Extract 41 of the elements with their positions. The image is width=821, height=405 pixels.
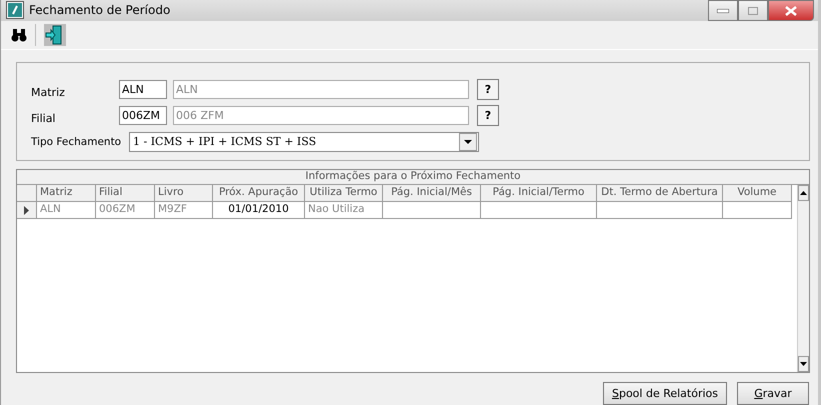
lookup-button[interactable]: ? (477, 105, 499, 126)
exit-door-icon[interactable] (44, 24, 66, 46)
minimize-button[interactable] (708, 0, 738, 21)
save-button[interactable]: Gravar (737, 382, 809, 405)
close-icon (785, 6, 797, 16)
table-cell (723, 202, 792, 220)
scroll-up-icon[interactable] (798, 185, 809, 202)
binoculars-icon[interactable] (11, 28, 27, 42)
column-header: Dt. Termo de Abertura (597, 185, 723, 202)
table-cell: 01/01/2010 (213, 202, 305, 220)
column-header: Próx. Apuração (213, 185, 305, 202)
input-field[interactable]: ALN (119, 80, 167, 100)
input-field[interactable]: 006 ZFM (173, 106, 469, 126)
scrollbar[interactable] (797, 185, 809, 372)
maximize-button[interactable] (738, 0, 768, 21)
column-header: Pág. Inicial/Mês (383, 185, 481, 202)
report-spool-button[interactable]: Spool de Relatórios (603, 382, 727, 405)
minimize-icon (717, 8, 729, 12)
field-label: Filial (31, 111, 56, 126)
lookup-button[interactable]: ? (477, 79, 499, 100)
input-field[interactable]: 006ZM (119, 106, 167, 126)
input-field[interactable]: ALN (173, 80, 469, 100)
maximize-icon (748, 6, 758, 14)
table-cell: Nao Utiliza (305, 202, 383, 220)
column-header: Matriz (37, 185, 96, 202)
dropdown[interactable]: 1 - ICMS + IPI + ICMS ST + ISS (129, 132, 479, 152)
field-label: Tipo Fechamento (31, 136, 122, 148)
column-header: Pág. Inicial/Termo (481, 185, 597, 202)
column-header: Filial (96, 185, 155, 202)
column-header: Volume (723, 185, 792, 202)
close-button[interactable] (768, 0, 814, 21)
table-cell: ALN (37, 202, 96, 220)
table-cell: 006ZM (96, 202, 155, 220)
column-header: Utiliza Termo (305, 185, 383, 202)
scroll-down-icon[interactable] (798, 356, 809, 372)
table-cell: M9ZF (155, 202, 213, 220)
column-header: Livro (155, 185, 213, 202)
app-icon (7, 2, 23, 18)
window-title: Fechamento de Período (29, 3, 170, 18)
table-title: Informações para o Próximo Fechamento (17, 170, 809, 186)
field-label: Matriz (31, 85, 66, 100)
